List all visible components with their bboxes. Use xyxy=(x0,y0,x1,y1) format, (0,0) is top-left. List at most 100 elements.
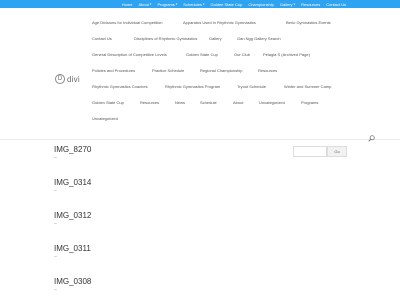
main-nav-item[interactable]: Apparatus Used in Rhythmic Gymnastics xyxy=(183,20,256,25)
main-nav-item[interactable]: Schedule xyxy=(200,100,217,105)
main-nav-item[interactable]: Uncategorized xyxy=(259,100,285,105)
top-nav-item-label: Resources xyxy=(301,1,321,7)
sidebar-search: Go xyxy=(293,146,347,157)
main-nav-item-label: Apparatus Used in Rhythmic Gymnastics xyxy=(183,20,256,25)
top-nav-item-label: Contact Us xyxy=(326,1,346,7)
main-nav-item[interactable]: Winter and Summer Camp xyxy=(284,84,331,89)
main-nav-item[interactable]: Pelagia S (Archived Page) xyxy=(263,52,310,57)
site-header: D divi Age Divisions for Individual Comp… xyxy=(0,8,400,142)
main-nav-item[interactable]: Gan Ngg Gallery Search xyxy=(237,36,281,41)
top-nav-item[interactable]: About ▾ xyxy=(138,2,151,7)
main-nav-item[interactable]: General Description of Competitive Level… xyxy=(92,52,167,57)
top-nav-item[interactable]: Gallery ▾ xyxy=(280,2,295,7)
post-title[interactable]: IMG_0314 xyxy=(54,178,91,187)
main-nav-item-label: Contact Us xyxy=(92,36,112,41)
main-nav-item[interactable]: Tryout Schedule xyxy=(237,84,266,89)
main-nav-item[interactable]: Golden State Cup xyxy=(92,100,124,105)
top-nav-item[interactable]: Schedules ▾ xyxy=(183,2,204,7)
top-nav-item-label: Programs xyxy=(157,1,175,7)
post-meta: – xyxy=(54,155,57,161)
post-title[interactable]: IMG_8270 xyxy=(54,145,91,154)
main-nav-item[interactable]: Golden State Cup xyxy=(186,52,218,57)
main-nav-item[interactable]: Age Divisions for Individual Competition xyxy=(92,20,162,25)
chevron-down-icon: ▾ xyxy=(202,2,205,6)
post-title[interactable]: IMG_0311 xyxy=(54,244,91,253)
main-nav-item-label: Gan Ngg Gallery Search xyxy=(237,36,281,41)
chevron-down-icon: ▾ xyxy=(293,2,296,6)
main-nav-item[interactable]: Practice Schedule xyxy=(152,68,184,73)
main-nav-item[interactable]: Our Club xyxy=(234,52,250,57)
main-nav-item[interactable]: Regional Championship xyxy=(200,68,242,73)
main-nav-item[interactable]: Berlo Gymnastics Events xyxy=(286,20,331,25)
main-nav-item[interactable]: Contact Us xyxy=(92,36,112,41)
post-title[interactable]: IMG_0308 xyxy=(54,277,91,286)
main-nav-item-label: News xyxy=(175,100,186,105)
main-nav-item[interactable]: Disciplines of Rhythmic Gymnastics xyxy=(134,36,197,41)
main-nav-item-label: Rhythmic Gymnastics Program xyxy=(165,84,221,89)
top-navigation: Home About ▾ Programs ▾ Schedules ▾ Golden Stat… xyxy=(116,0,346,8)
post-meta: – xyxy=(54,287,57,293)
logo-wordmark: divi xyxy=(67,74,80,84)
main-nav-item-label: Uncategorized xyxy=(259,100,285,105)
list-item[interactable]: IMG_8270 – xyxy=(54,145,91,161)
top-bar: Home About ▾ Programs ▾ Schedules ▾ Golden Stat… xyxy=(0,0,400,8)
chevron-down-icon: ▾ xyxy=(175,2,178,6)
main-nav-item-label: Golden State Cup xyxy=(92,100,124,105)
main-nav-item-label: Berlo Gymnastics Events xyxy=(286,20,331,25)
post-list: IMG_8270 – IMG_0314 – IMG_0312 – IMG_031… xyxy=(0,141,400,300)
main-nav-item-label: Disciplines of Rhythmic Gymnastics xyxy=(134,36,198,41)
site-logo[interactable]: D divi xyxy=(55,74,80,84)
main-nav-item-label: Policies and Procedures xyxy=(92,68,136,73)
main-nav-item[interactable]: News xyxy=(175,100,185,105)
main-nav-item-label: Rhythmic Gymnastics Coaches xyxy=(92,84,148,89)
main-nav-item-label: Practice Schedule xyxy=(152,68,185,73)
main-nav-item[interactable]: Programs xyxy=(301,100,318,105)
main-nav-item-label: Resources xyxy=(258,68,278,73)
top-nav-item-label: Championship xyxy=(248,1,274,7)
list-item[interactable]: IMG_0311 – xyxy=(54,244,91,260)
main-nav-item[interactable]: Policies and Procedures xyxy=(92,68,135,73)
main-nav-item[interactable]: Resources xyxy=(140,100,159,105)
main-nav-item[interactable]: Rhythmic Gymnastics Coaches xyxy=(92,84,148,89)
top-nav-item-label: Gallery xyxy=(279,1,293,7)
main-nav-item[interactable]: Rhythmic Gymnastics Program xyxy=(165,84,220,89)
list-item[interactable]: IMG_0312 – xyxy=(54,211,91,227)
top-nav-item-label: Schedules xyxy=(183,1,202,7)
search-button[interactable]: Go xyxy=(327,146,347,157)
main-nav-item-label: Our Club xyxy=(234,52,251,57)
main-nav-item-label: Tryout Schedule xyxy=(237,84,266,89)
main-nav-item-label: Gallery xyxy=(209,36,222,41)
main-nav-item-label: Regional Championship xyxy=(200,68,243,73)
top-nav-item[interactable]: Golden State Cup xyxy=(211,2,243,7)
main-nav-item-label: Resources xyxy=(140,100,160,105)
main-nav-item-label: General Description of Competitive Level… xyxy=(92,52,167,57)
post-meta: – xyxy=(54,188,57,194)
main-nav-item-label: Age Divisions for Individual Competition xyxy=(92,20,163,25)
post-title[interactable]: IMG_0312 xyxy=(54,211,91,220)
post-meta: – xyxy=(54,254,57,260)
top-nav-item[interactable]: Contact Us xyxy=(326,2,346,7)
main-nav-item-label: Uncategorized xyxy=(92,116,118,121)
main-nav-item[interactable]: Uncategorized xyxy=(92,116,118,121)
main-nav-item[interactable]: Gallery xyxy=(209,36,222,41)
top-nav-item[interactable]: Home xyxy=(122,2,133,7)
list-item[interactable]: IMG_0308 – xyxy=(54,277,91,293)
top-nav-item-label: Golden State Cup xyxy=(210,1,243,7)
top-nav-item[interactable]: Championship xyxy=(248,2,274,7)
chevron-down-icon: ▾ xyxy=(149,2,152,6)
logo-mark-icon: D xyxy=(55,74,65,84)
main-nav-item-label: Pelagia S (Archived Page) xyxy=(263,52,310,57)
main-nav-item-label: Schedule xyxy=(200,100,217,105)
main-nav-item[interactable]: Resources xyxy=(258,68,277,73)
main-nav-item[interactable]: About xyxy=(233,100,243,105)
post-meta: – xyxy=(54,221,57,227)
main-nav-item-label: Programs xyxy=(301,100,319,105)
top-nav-item[interactable]: Resources xyxy=(301,2,320,7)
main-nav-item-label: Winter and Summer Camp xyxy=(284,84,332,89)
top-nav-item[interactable]: Programs ▾ xyxy=(157,2,177,7)
top-nav-item-label: Home xyxy=(121,1,133,7)
list-item[interactable]: IMG_0314 – xyxy=(54,178,91,194)
search-input[interactable] xyxy=(293,146,327,157)
main-nav-item-label: Golden State Cup xyxy=(186,52,218,57)
top-nav-item-label: About xyxy=(138,1,149,7)
